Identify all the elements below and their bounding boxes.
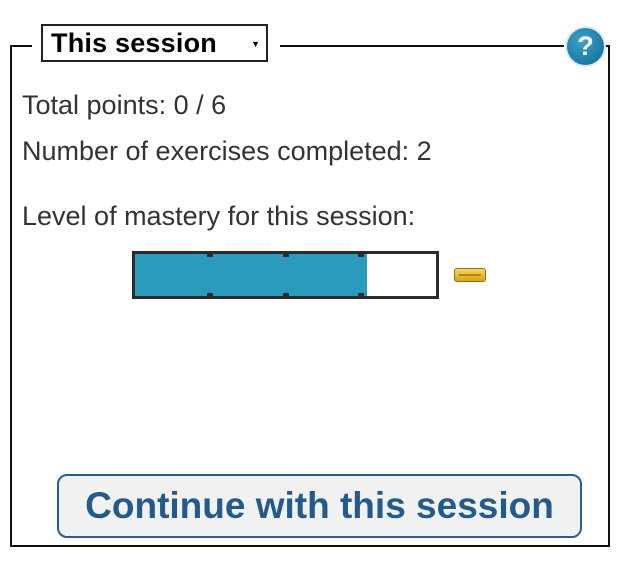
continue-session-button[interactable]: Continue with this session	[57, 474, 582, 538]
panel-border-top-end	[604, 45, 610, 47]
dropdown-arrow-icon: ▼	[251, 39, 260, 49]
mastery-label: Level of mastery for this session:	[22, 201, 416, 231]
total-points-text: Total points: 0 / 6	[22, 90, 227, 120]
exercises-completed-text: Number of exercises completed: 2	[22, 136, 432, 166]
panel-border-top-right	[280, 45, 564, 47]
panel-border-top-left	[10, 45, 32, 47]
mastery-progress-fill	[135, 254, 367, 296]
mastery-badge-icon	[454, 268, 486, 282]
mastery-progress-bar	[132, 251, 439, 299]
session-select-value: This session	[51, 27, 217, 58]
session-select[interactable]: This session ▼	[41, 24, 268, 62]
help-icon[interactable]: ?	[567, 28, 604, 65]
